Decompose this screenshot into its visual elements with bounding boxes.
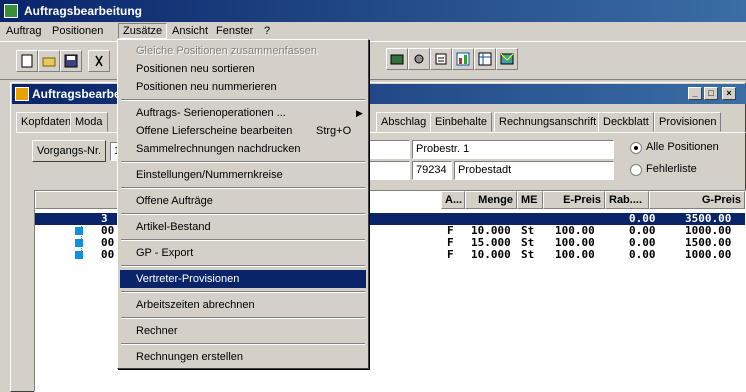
new-document-icon <box>21 54 33 68</box>
menu-ansicht[interactable]: Ansicht <box>172 25 208 37</box>
tab-deckblatt[interactable]: Deckblatt <box>598 112 654 132</box>
menu-separator <box>121 161 365 163</box>
toolbar <box>0 42 746 80</box>
table-icon <box>478 52 492 66</box>
tab-kopfdaten[interactable]: Kopfdaten <box>16 112 77 132</box>
tools-button[interactable] <box>408 48 430 70</box>
radio-all-positions[interactable] <box>630 142 642 154</box>
calculator-icon <box>390 54 404 65</box>
menu-item-renumber-positions[interactable]: Positionen neu nummerieren <box>120 78 366 96</box>
col-header-menge[interactable]: Menge <box>465 191 517 209</box>
menu-fenster[interactable]: Fenster <box>216 25 253 37</box>
menu-separator <box>121 239 365 241</box>
item-node-icon <box>75 239 83 247</box>
cut-icon <box>95 55 103 67</box>
menu-item-calculator[interactable]: Rechner <box>120 322 366 340</box>
tools-icon <box>414 54 424 64</box>
menubar: Auftrag Positionen Zusätze Ansicht Fenst… <box>0 22 746 42</box>
menu-item-sort-positions[interactable]: Positionen neu sortieren <box>120 60 366 78</box>
menu-item-work-time-billing[interactable]: Arbeitszeiten abrechnen <box>120 296 366 314</box>
cell-epreis: 100.00 <box>555 248 595 261</box>
cell-me: St <box>521 248 535 261</box>
book-button[interactable] <box>430 48 452 70</box>
menu-help[interactable]: ? <box>264 25 270 37</box>
tab-einbehalte[interactable]: Einbehalte <box>430 112 492 132</box>
cell-pos: 00 <box>101 248 115 261</box>
menu-item-merge-positions: Gleiche Positionen zusammenfassen <box>136 45 317 57</box>
calculator-button[interactable] <box>386 48 408 70</box>
menu-item-open-orders[interactable]: Offene Aufträge <box>120 192 366 210</box>
menu-item-article-stock[interactable]: Artikel-Bestand <box>120 218 366 236</box>
app-title: Auftragsbearbeitung <box>24 4 143 18</box>
open-folder-icon <box>42 57 56 67</box>
menu-zusaetze[interactable]: Zusätze <box>118 23 168 39</box>
message-button[interactable] <box>496 48 518 70</box>
message-icon <box>500 53 514 65</box>
maximize-button[interactable]: □ <box>704 87 718 100</box>
tab-abschlag[interactable]: Abschlag <box>376 112 432 132</box>
menu-separator <box>121 265 365 267</box>
col-header-gpreis[interactable]: G-Preis <box>649 191 745 209</box>
menu-item-reprint-collective[interactable]: Sammelrechnungen nachdrucken <box>120 140 366 158</box>
close-button[interactable]: × <box>722 87 736 100</box>
cell-menge: 10.000 <box>471 248 511 261</box>
cell-gpreis: 1000.00 <box>685 248 732 261</box>
save-icon <box>64 54 78 68</box>
menu-item-gp-export[interactable]: GP - Export <box>120 244 366 262</box>
menu-item-label: Offene Lieferscheine bearbeiten <box>136 125 293 137</box>
menu-separator <box>121 317 365 319</box>
tab-rechnungsanschrift[interactable]: Rechnungsanschrift <box>494 112 602 132</box>
tab-provisionen[interactable]: Provisionen <box>654 112 722 132</box>
menu-separator <box>121 291 365 293</box>
open-button[interactable] <box>38 50 60 72</box>
menu-item-shortcut: Strg+O <box>316 125 352 137</box>
radio-all-label: Alle Positionen <box>646 141 719 153</box>
menu-item-serial-operations[interactable]: Auftrags- Serienoperationen ... ▶ <box>120 104 366 122</box>
vorgang-button[interactable]: Vorgangs-Nr. <box>32 140 106 162</box>
cell-rab: 0.00 <box>629 248 656 261</box>
submenu-arrow-icon: ▶ <box>356 108 363 118</box>
book-icon <box>435 53 447 65</box>
col-header-epreis[interactable]: E-Preis <box>543 191 605 209</box>
menu-item-settings-number-ranges[interactable]: Einstellungen/Nummernkreise <box>120 166 366 184</box>
minimize-button[interactable]: _ <box>688 87 702 100</box>
col-header-rab[interactable]: Rab.... <box>605 191 649 209</box>
item-node-icon <box>75 227 83 235</box>
menu-separator <box>121 99 365 101</box>
cell-a: F <box>447 248 454 261</box>
order-window-title: Auftragsbearbe <box>32 87 121 101</box>
chart-button[interactable] <box>452 48 474 70</box>
app-titlebar: Auftragsbearbeitung <box>0 0 746 22</box>
menu-item-label: Auftrags- Serienoperationen ... <box>136 107 286 119</box>
new-document-button[interactable] <box>16 50 38 72</box>
zusaetze-dropdown: Gleiche Positionen zusammenfassen Positi… <box>117 39 369 369</box>
zip-field[interactable]: 79234 <box>412 161 452 180</box>
menu-item-agent-commissions[interactable]: Vertreter-Provisionen <box>120 270 366 288</box>
menu-separator <box>121 187 365 189</box>
menu-separator <box>121 343 365 345</box>
radio-error-list[interactable] <box>630 164 642 176</box>
menu-item-open-delivery-notes[interactable]: Offene Lieferscheine bearbeiten Strg+O <box>120 122 366 140</box>
app-icon <box>4 4 18 18</box>
table-button[interactable] <box>474 48 496 70</box>
menu-auftrag[interactable]: Auftrag <box>6 25 41 37</box>
radio-error-label: Fehlerliste <box>646 163 697 175</box>
item-node-icon <box>75 251 83 259</box>
street-field[interactable]: Probestr. 1 <box>412 140 614 159</box>
cut-button[interactable] <box>88 50 110 72</box>
menu-separator <box>121 213 365 215</box>
menu-positionen[interactable]: Positionen <box>52 25 103 37</box>
city-field[interactable]: Probestadt <box>454 161 614 180</box>
col-header-me[interactable]: ME <box>517 191 543 209</box>
save-button[interactable] <box>60 50 82 72</box>
col-header-a[interactable]: A... <box>441 191 465 209</box>
order-window-icon <box>15 87 29 101</box>
chart-icon <box>456 52 470 66</box>
tab-moda[interactable]: Moda <box>70 112 108 132</box>
menu-item-create-invoices[interactable]: Rechnungen erstellen <box>120 348 366 366</box>
